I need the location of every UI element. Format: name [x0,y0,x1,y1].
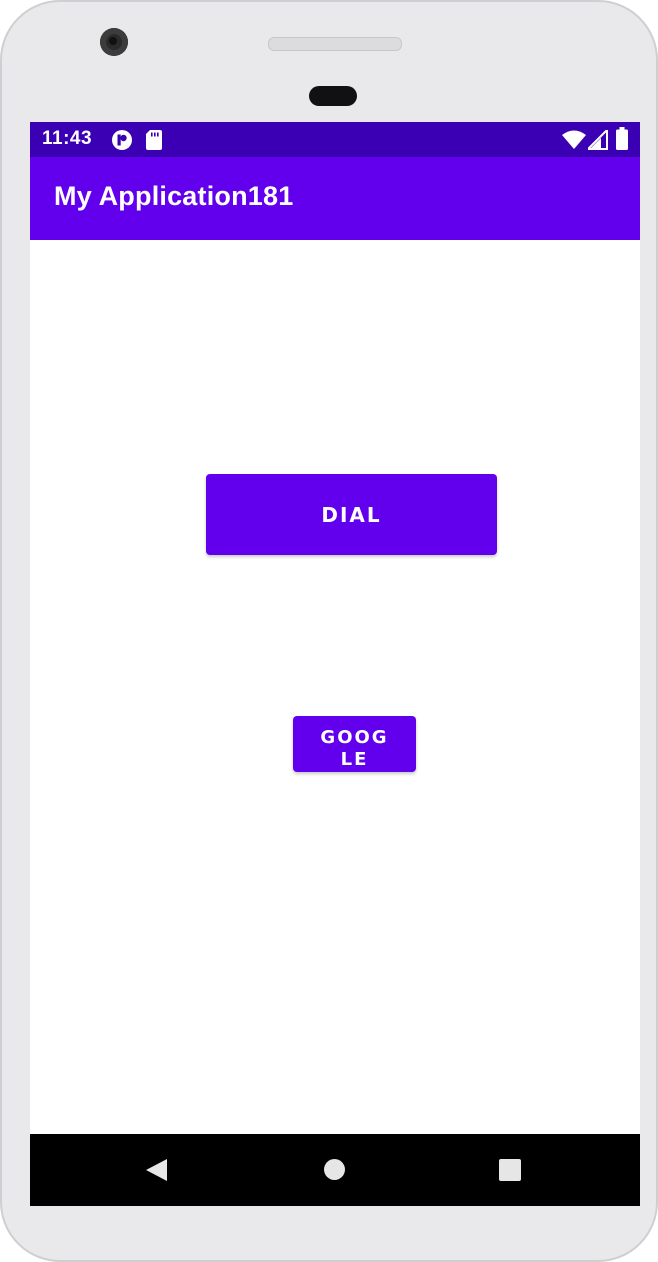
recents-icon[interactable] [499,1159,521,1181]
phone-frame: 11:43 My Application181 DIAL GOOGLE [0,0,658,1262]
google-button-label: GOOGLE [320,726,389,770]
sd-card-icon [146,130,162,154]
main-content: DIAL GOOGLE [30,240,640,1134]
front-camera [100,28,128,56]
battery-icon [616,127,628,154]
proximity-sensor [309,86,357,106]
wifi-icon [562,130,586,154]
status-bar: 11:43 [30,122,640,157]
notification-app-icon [111,129,133,155]
home-icon[interactable] [324,1159,345,1180]
google-button[interactable]: GOOGLE [293,716,416,772]
earpiece-speaker [268,37,402,51]
cell-signal-icon [585,127,608,154]
navigation-bar [30,1134,640,1206]
app-bar: My Application181 [30,157,640,240]
app-title: My Application181 [54,181,294,211]
screen: 11:43 My Application181 DIAL GOOGLE [30,122,640,1206]
status-time: 11:43 [42,128,93,149]
dial-button[interactable]: DIAL [206,474,497,555]
back-icon[interactable] [146,1159,167,1181]
